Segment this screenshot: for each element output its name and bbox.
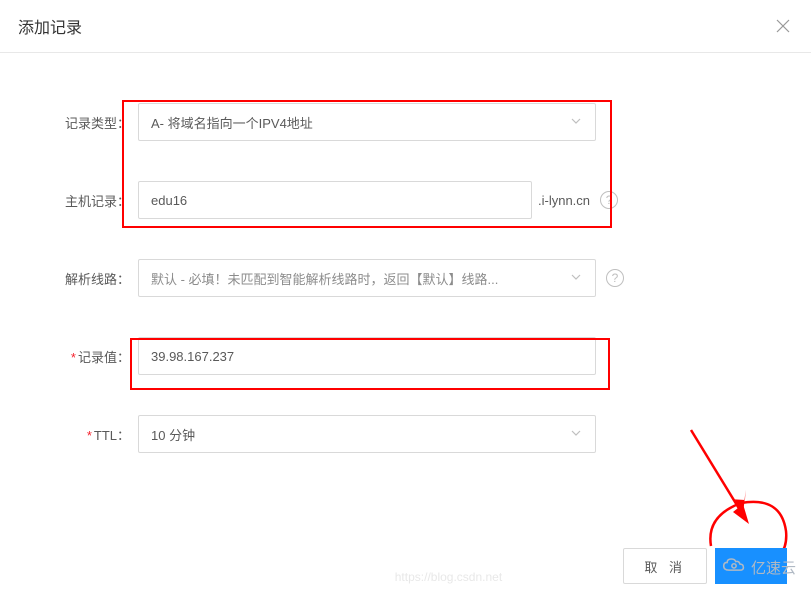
host-record-row: 主机记录： .i-lynn.cn ? (60, 181, 751, 219)
chevron-down-icon (569, 114, 583, 131)
resolve-line-label: 解析线路： (60, 269, 138, 288)
ttl-select[interactable]: 10 分钟 (138, 415, 596, 453)
resolve-line-value: 默认 - 必填！未匹配到智能解析线路时，返回【默认】线路... (151, 269, 561, 288)
cancel-button[interactable]: 取 消 (623, 548, 707, 584)
modal-body: 记录类型： A- 将域名指向一个IPV4地址 主机记录： .i-lynn.cn … (0, 53, 811, 513)
host-record-input[interactable] (151, 182, 519, 218)
record-type-row: 记录类型： A- 将域名指向一个IPV4地址 (60, 103, 751, 141)
host-record-label: 主机记录： (60, 191, 138, 210)
record-value-input-wrap (138, 337, 596, 375)
help-icon[interactable]: ? (600, 191, 618, 209)
ttl-row: *TTL： 10 分钟 (60, 415, 751, 453)
url-watermark: https://blog.csdn.net (395, 570, 502, 584)
record-type-value: A- 将域名指向一个IPV4地址 (151, 113, 561, 132)
chevron-down-icon (569, 426, 583, 443)
record-value-label: *记录值： (60, 347, 138, 366)
ttl-value: 10 分钟 (151, 425, 561, 444)
close-button[interactable] (775, 18, 791, 34)
domain-suffix: .i-lynn.cn (538, 193, 590, 208)
watermark-text: 亿速云 (751, 557, 796, 578)
close-icon (776, 19, 790, 33)
host-record-input-wrap (138, 181, 532, 219)
help-icon[interactable]: ? (606, 269, 624, 287)
ttl-label: *TTL： (60, 425, 138, 444)
modal-header: 添加记录 (0, 0, 811, 53)
cloud-icon (722, 555, 746, 579)
add-record-modal: 添加记录 记录类型： A- 将域名指向一个IPV4地址 主机记录： (0, 0, 811, 594)
record-type-select[interactable]: A- 将域名指向一个IPV4地址 (138, 103, 596, 141)
modal-title: 添加记录 (18, 14, 82, 38)
resolve-line-select[interactable]: 默认 - 必填！未匹配到智能解析线路时，返回【默认】线路... (138, 259, 596, 297)
resolve-line-row: 解析线路： 默认 - 必填！未匹配到智能解析线路时，返回【默认】线路... ? (60, 259, 751, 297)
record-value-row: *记录值： (60, 337, 751, 375)
record-value-input[interactable] (151, 338, 583, 374)
watermark: 亿速云 (722, 555, 796, 579)
chevron-down-icon (569, 270, 583, 287)
record-type-label: 记录类型： (60, 113, 138, 132)
